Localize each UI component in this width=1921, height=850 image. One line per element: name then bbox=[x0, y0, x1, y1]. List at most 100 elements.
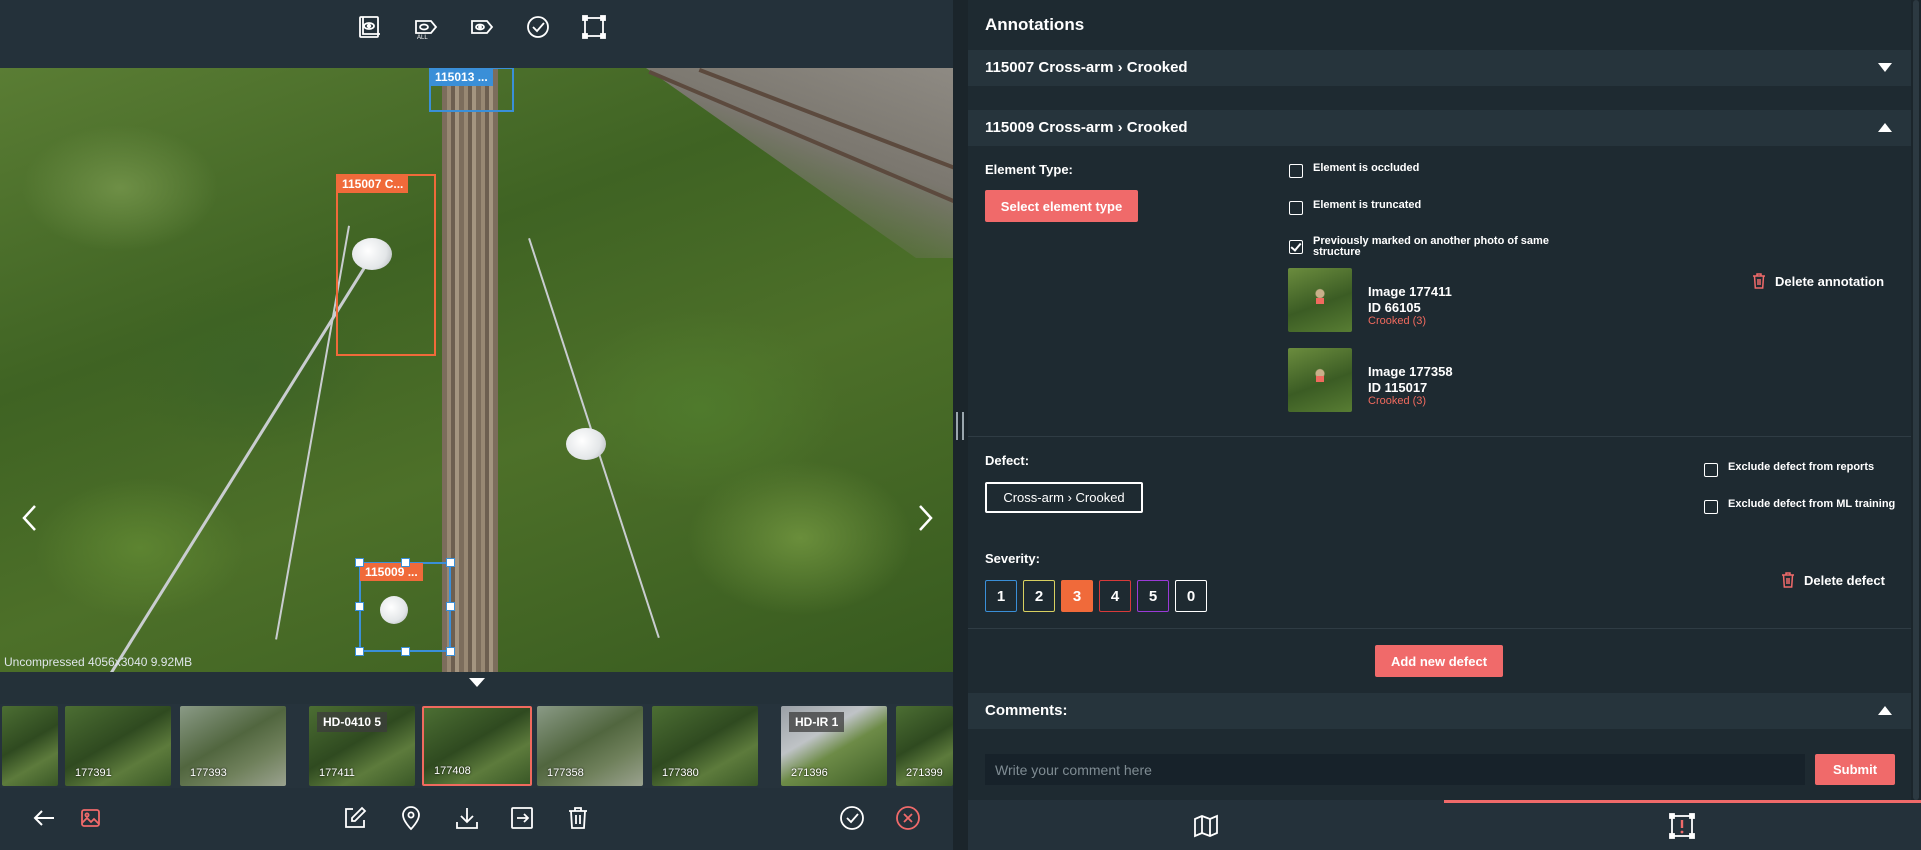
scrollbar-thumb[interactable] bbox=[1913, 0, 1919, 800]
filmstrip-thumbnail[interactable]: 177380 bbox=[652, 706, 758, 786]
annotation-header-115009[interactable]: 115009 Cross-arm › Crooked bbox=[968, 110, 1911, 146]
thumbnail-id: 177391 bbox=[75, 767, 112, 779]
active-tab-indicator bbox=[1444, 800, 1921, 803]
show-all-labels-icon[interactable]: ALL bbox=[413, 14, 439, 41]
exclude-reports-checkbox-row[interactable]: Exclude defect from reports bbox=[1704, 462, 1874, 477]
download-icon[interactable] bbox=[453, 804, 481, 832]
caret-down-icon[interactable] bbox=[469, 678, 485, 687]
previously-marked-checkbox[interactable] bbox=[1289, 240, 1303, 254]
chevron-up-icon[interactable] bbox=[1878, 706, 1892, 715]
occluded-checkbox-row[interactable]: Element is occluded bbox=[1289, 163, 1419, 178]
resize-handle[interactable] bbox=[401, 647, 410, 656]
annotation-header-115007[interactable]: 115007 Cross-arm › Crooked bbox=[968, 50, 1911, 86]
submit-comment-button[interactable]: Submit bbox=[1815, 754, 1895, 785]
thumbnail-id: 177411 bbox=[319, 767, 355, 779]
previous-image-icon[interactable] bbox=[15, 500, 45, 536]
resize-handle[interactable] bbox=[355, 558, 364, 567]
annotation-label: 115007 C... bbox=[337, 175, 409, 193]
resize-handle[interactable] bbox=[446, 602, 455, 611]
previously-marked-checkbox-row[interactable]: Previously marked on another photo of sa… bbox=[1289, 236, 1549, 258]
exclude-ml-checkbox-row[interactable]: Exclude defect from ML training bbox=[1704, 499, 1895, 514]
related-image-title[interactable]: Image 177411 bbox=[1368, 284, 1452, 299]
insulator bbox=[566, 428, 606, 460]
delete-annotation-button[interactable]: Delete annotation bbox=[1752, 273, 1884, 289]
thumbnail-id: 271399 bbox=[906, 767, 943, 779]
thumbnail-id: 177380 bbox=[662, 767, 699, 779]
annotation-box-115007[interactable]: 115007 C... bbox=[336, 174, 436, 356]
comments-label: Comments: bbox=[985, 702, 1068, 719]
edit-icon[interactable] bbox=[341, 804, 369, 832]
annotation-label: 115013 ... bbox=[430, 68, 493, 86]
panel-title: Annotations bbox=[985, 15, 1085, 34]
severity-option-1[interactable]: 1 bbox=[985, 580, 1017, 612]
severity-option-0[interactable]: 0 bbox=[1175, 580, 1207, 612]
pane-splitter[interactable] bbox=[953, 0, 968, 850]
viewer-toolbar: ALL bbox=[0, 0, 953, 68]
thumbnail-tag: HD-0410 5 bbox=[317, 712, 388, 732]
image-canvas[interactable]: 115013 ... 115007 C... 115009 ... Uncomp… bbox=[0, 68, 953, 672]
chevron-down-icon[interactable] bbox=[1878, 63, 1892, 72]
related-image-thumbnail[interactable] bbox=[1288, 268, 1352, 332]
severity-label: Severity: bbox=[985, 551, 1040, 566]
next-image-icon[interactable] bbox=[910, 500, 940, 536]
annotation-box-115009[interactable]: 115009 ... bbox=[355, 558, 455, 656]
annotation-alert-icon[interactable] bbox=[1668, 812, 1696, 840]
checkbox-label: Exclude defect from reports bbox=[1728, 461, 1875, 473]
image-icon[interactable] bbox=[77, 804, 105, 832]
filmstrip-thumbnail[interactable]: 177393 bbox=[180, 706, 286, 786]
scrollbar[interactable] bbox=[1911, 0, 1921, 800]
image-info: Uncompressed 4056x3040 9.92MB bbox=[4, 655, 193, 669]
filmstrip-thumbnail[interactable]: 177358 bbox=[537, 706, 643, 786]
truncated-checkbox-row[interactable]: Element is truncated bbox=[1289, 200, 1421, 215]
delete-defect-button[interactable]: Delete defect bbox=[1781, 572, 1885, 588]
severity-option-5[interactable]: 5 bbox=[1137, 580, 1169, 612]
drag-handle-icon[interactable] bbox=[956, 412, 964, 440]
annotation-box-115013[interactable]: 115013 ... bbox=[429, 68, 514, 112]
back-arrow-icon[interactable] bbox=[30, 804, 58, 832]
severity-option-4[interactable]: 4 bbox=[1099, 580, 1131, 612]
filmstrip-thumbnail-selected[interactable]: 177408 bbox=[422, 706, 532, 786]
resize-handle[interactable] bbox=[401, 558, 410, 567]
resize-handle[interactable] bbox=[355, 647, 364, 656]
reject-icon[interactable] bbox=[894, 804, 922, 832]
location-pin-icon[interactable] bbox=[397, 804, 425, 832]
related-image-defect: Crooked (3) bbox=[1368, 315, 1427, 327]
severity-option-3-selected[interactable]: 3 bbox=[1061, 580, 1093, 612]
element-type-label: Element Type: bbox=[985, 162, 1073, 177]
filmstrip-thumbnail[interactable] bbox=[2, 706, 58, 786]
show-image-icon[interactable] bbox=[357, 14, 383, 40]
checkbox-label: Element is truncated bbox=[1313, 199, 1422, 211]
truncated-checkbox[interactable] bbox=[1289, 201, 1303, 215]
trash-icon[interactable] bbox=[564, 804, 592, 832]
filmstrip-thumbnail[interactable]: HD-0410 5 177411 bbox=[309, 706, 415, 786]
filmstrip-thumbnail[interactable]: HD-IR 1 271396 bbox=[781, 706, 887, 786]
comments-header[interactable]: Comments: bbox=[968, 693, 1911, 729]
annotations-scroll-area: Annotations 115007 Cross-arm › Crooked 1… bbox=[968, 0, 1911, 800]
annotation-label: 115009 ... bbox=[360, 563, 423, 581]
defect-selector[interactable]: Cross-arm › Crooked bbox=[985, 482, 1143, 513]
exclude-reports-checkbox[interactable] bbox=[1704, 463, 1718, 477]
comment-input[interactable] bbox=[985, 754, 1805, 785]
export-icon[interactable] bbox=[508, 804, 536, 832]
filmstrip-toggle[interactable] bbox=[0, 672, 953, 704]
occluded-checkbox[interactable] bbox=[1289, 164, 1303, 178]
exclude-ml-checkbox[interactable] bbox=[1704, 500, 1718, 514]
resize-handle[interactable] bbox=[355, 602, 364, 611]
show-labels-icon[interactable] bbox=[469, 14, 495, 40]
select-element-type-button[interactable]: Select element type bbox=[985, 190, 1138, 222]
resize-handle[interactable] bbox=[446, 647, 455, 656]
thumbnail-id: 177358 bbox=[547, 767, 584, 779]
add-new-defect-button[interactable]: Add new defect bbox=[1375, 645, 1503, 677]
filmstrip-thumbnail[interactable]: 271399 bbox=[896, 706, 953, 786]
map-icon[interactable] bbox=[1192, 812, 1220, 840]
bounding-box-icon[interactable] bbox=[581, 14, 607, 40]
resize-handle[interactable] bbox=[446, 558, 455, 567]
related-image-thumbnail[interactable] bbox=[1288, 348, 1352, 412]
check-icon[interactable] bbox=[525, 14, 551, 40]
thumbnail-id: 177393 bbox=[190, 767, 227, 779]
related-image-title[interactable]: Image 177358 bbox=[1368, 364, 1453, 379]
chevron-up-icon[interactable] bbox=[1878, 123, 1892, 132]
severity-option-2[interactable]: 2 bbox=[1023, 580, 1055, 612]
filmstrip-thumbnail[interactable]: 177391 bbox=[65, 706, 171, 786]
approve-icon[interactable] bbox=[838, 804, 866, 832]
